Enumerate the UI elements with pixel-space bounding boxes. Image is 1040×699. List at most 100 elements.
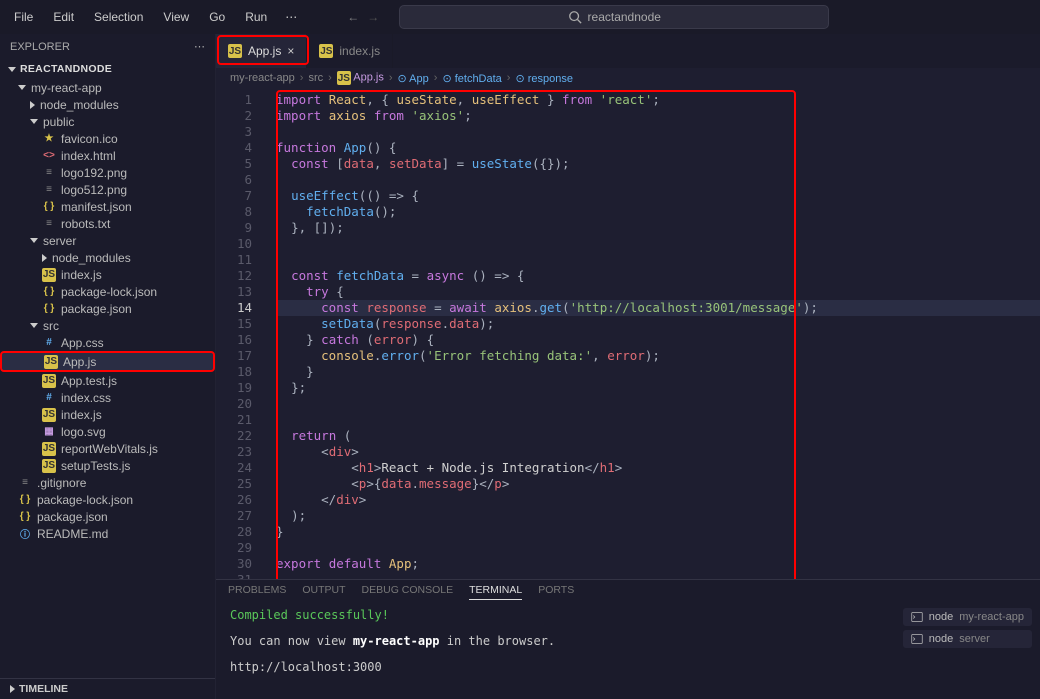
- terminal-tab[interactable]: TERMINAL: [469, 584, 522, 600]
- breadcrumb-segment[interactable]: ⊙ fetchData: [442, 72, 501, 85]
- file-item[interactable]: JSindex.js: [0, 266, 215, 283]
- file-item[interactable]: JSApp.test.js: [0, 372, 215, 389]
- explorer-label: EXPLORER: [10, 41, 70, 53]
- terminal-process[interactable]: nodeserver: [903, 630, 1032, 648]
- terminal-tab[interactable]: DEBUG CONSOLE: [362, 584, 454, 600]
- file-item[interactable]: ≡logo512.png: [0, 181, 215, 198]
- menu-selection[interactable]: Selection: [86, 6, 151, 28]
- folder-item[interactable]: node_modules: [0, 249, 215, 266]
- terminal-tab[interactable]: PROBLEMS: [228, 584, 286, 600]
- file-item[interactable]: ≡.gitignore: [0, 474, 215, 491]
- tab-label: App.js: [248, 44, 281, 58]
- terminal-tabs: PROBLEMS OUTPUT DEBUG CONSOLE TERMINAL PORTS: [216, 580, 1040, 604]
- file-item[interactable]: ≡robots.txt: [0, 215, 215, 232]
- breadcrumb-segment[interactable]: src: [308, 72, 323, 84]
- command-center[interactable]: reactandnode: [399, 5, 829, 29]
- tree-item-label: setupTests.js: [61, 459, 130, 473]
- tree-item-label: public: [43, 115, 74, 129]
- file-item[interactable]: #App.css: [0, 334, 215, 351]
- project-section-header[interactable]: REACTANDNODE: [0, 59, 215, 79]
- breadcrumb-segment[interactable]: JS App.js: [337, 71, 384, 85]
- file-item[interactable]: JSindex.js: [0, 406, 215, 423]
- menu-view[interactable]: View: [155, 6, 197, 28]
- close-icon[interactable]: ×: [287, 44, 294, 58]
- nav-forward-icon[interactable]: →: [367, 10, 379, 24]
- tree-item-label: node_modules: [52, 251, 131, 265]
- breadcrumb-segment[interactable]: ⊙ response: [515, 72, 573, 85]
- explorer-more-icon[interactable]: ⋯: [194, 40, 205, 53]
- tree-item-label: index.js: [61, 408, 102, 422]
- editor-area: JSApp.js×JSindex.js my-react-app›src›JS …: [216, 34, 1040, 699]
- file-item[interactable]: { }package-lock.json: [0, 283, 215, 300]
- breadcrumb-segment[interactable]: ⊙ App: [398, 72, 429, 85]
- file-item[interactable]: { }package.json: [0, 300, 215, 317]
- tree-item-label: index.css: [61, 391, 111, 405]
- file-item[interactable]: JSreportWebVitals.js: [0, 440, 215, 457]
- terminal-process-list: nodemy-react-app nodeserver: [903, 608, 1032, 648]
- file-item[interactable]: <>index.html: [0, 147, 215, 164]
- code-editor[interactable]: import React, { useState, useEffect } fr…: [266, 88, 1040, 579]
- menu-overflow-icon[interactable]: ⋯: [279, 6, 303, 28]
- menu-file[interactable]: File: [6, 6, 41, 28]
- file-item[interactable]: { }manifest.json: [0, 198, 215, 215]
- folder-item[interactable]: src: [0, 317, 215, 334]
- chevron-down-icon: [8, 67, 16, 72]
- tree-item-label: package-lock.json: [37, 493, 133, 507]
- tree-item-label: App.js: [63, 355, 96, 369]
- tab-label: index.js: [339, 44, 380, 58]
- breadcrumb-segment[interactable]: my-react-app: [230, 72, 295, 84]
- tree-item-label: README.md: [37, 527, 108, 541]
- folder-item[interactable]: server: [0, 232, 215, 249]
- project-name: REACTANDNODE: [20, 63, 112, 75]
- search-icon: [568, 10, 582, 24]
- timeline-section[interactable]: TIMELINE: [0, 678, 215, 699]
- folder-item[interactable]: my-react-app: [0, 79, 215, 96]
- breadcrumb[interactable]: my-react-app›src›JS App.js›⊙ App›⊙ fetch…: [216, 68, 1040, 88]
- chevron-down-icon: [30, 238, 38, 243]
- chevron-down-icon: [18, 85, 26, 90]
- tree-item-label: logo512.png: [61, 183, 127, 197]
- folder-item[interactable]: public: [0, 113, 215, 130]
- tree-item-label: logo192.png: [61, 166, 127, 180]
- file-item[interactable]: ≡logo192.png: [0, 164, 215, 181]
- tree-item-label: server: [43, 234, 76, 248]
- nav-back-icon[interactable]: ←: [347, 10, 359, 24]
- tree-item-label: App.test.js: [61, 374, 117, 388]
- file-item[interactable]: { }package.json: [0, 508, 215, 525]
- timeline-label: TIMELINE: [19, 683, 68, 695]
- chevron-down-icon: [30, 119, 38, 124]
- editor-tab[interactable]: JSindex.js: [307, 34, 393, 68]
- tab-bar: JSApp.js×JSindex.js: [216, 34, 1040, 68]
- terminal-tab[interactable]: PORTS: [538, 584, 574, 600]
- titlebar: File Edit Selection View Go Run ⋯ ← → re…: [0, 0, 1040, 34]
- tree-item-label: index.js: [61, 268, 102, 282]
- tree-item-label: index.html: [61, 149, 116, 163]
- file-item[interactable]: { }package-lock.json: [0, 491, 215, 508]
- file-item[interactable]: JSApp.js: [0, 351, 215, 372]
- terminal-icon: [911, 611, 923, 623]
- file-item[interactable]: JSsetupTests.js: [0, 457, 215, 474]
- terminal-process[interactable]: nodemy-react-app: [903, 608, 1032, 626]
- tree-item-label: my-react-app: [31, 81, 102, 95]
- editor-tab[interactable]: JSApp.js×: [216, 34, 307, 68]
- file-item[interactable]: ⓘREADME.md: [0, 525, 215, 542]
- file-item[interactable]: ▦logo.svg: [0, 423, 215, 440]
- menu-go[interactable]: Go: [201, 6, 233, 28]
- chevron-down-icon: [30, 323, 38, 328]
- term-line-1: Compiled successfully!: [230, 608, 555, 622]
- menu-edit[interactable]: Edit: [45, 6, 82, 28]
- tree-item-label: logo.svg: [61, 425, 106, 439]
- file-item[interactable]: #index.css: [0, 389, 215, 406]
- line-gutter: 1234567891011121314151617181920212223242…: [216, 88, 266, 579]
- term-line-3: http://localhost:3000: [230, 660, 555, 674]
- terminal-tab[interactable]: OUTPUT: [302, 584, 345, 600]
- chevron-right-icon: [10, 685, 15, 693]
- folder-item[interactable]: node_modules: [0, 96, 215, 113]
- tree-item-label: robots.txt: [61, 217, 110, 231]
- tree-item-label: App.css: [61, 336, 104, 350]
- tree-item-label: .gitignore: [37, 476, 86, 490]
- file-item[interactable]: ★favicon.ico: [0, 130, 215, 147]
- menu-run[interactable]: Run: [237, 6, 275, 28]
- sidebar: EXPLORER ⋯ REACTANDNODE my-react-appnode…: [0, 34, 216, 699]
- tree-item-label: reportWebVitals.js: [61, 442, 158, 456]
